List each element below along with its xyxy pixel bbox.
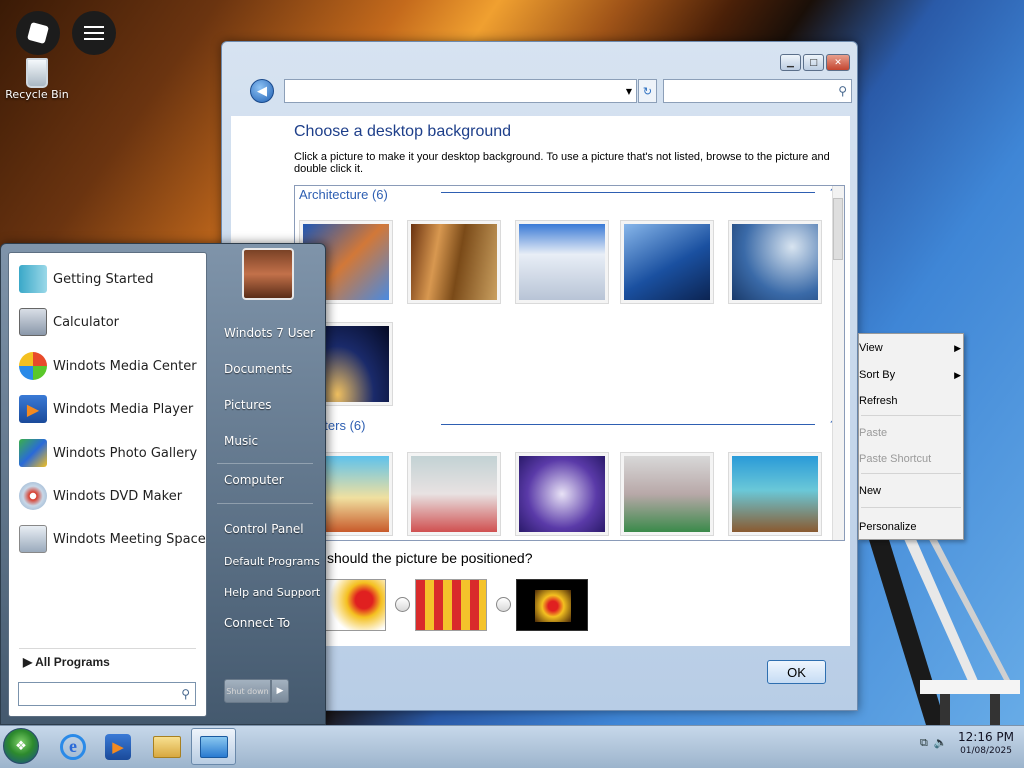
- minimize-button[interactable]: ▁: [780, 54, 801, 71]
- context-item-personalize[interactable]: Personalize: [859, 519, 963, 535]
- start-item-music[interactable]: Music: [224, 434, 258, 448]
- clock[interactable]: 12:16 PM 01/08/2025: [956, 730, 1016, 756]
- program-photo-gallery[interactable]: Windots Photo Gallery: [19, 433, 197, 473]
- submenu-arrow-icon: ▶: [954, 343, 961, 353]
- ok-button[interactable]: OK: [767, 660, 826, 684]
- search-icon: ⚲: [838, 84, 847, 98]
- start-item-computer[interactable]: Computer: [224, 473, 284, 487]
- context-item-refresh[interactable]: Refresh: [859, 393, 963, 409]
- meeting-space-icon: [19, 525, 47, 553]
- program-calculator[interactable]: Calculator: [19, 302, 119, 342]
- calculator-icon: [19, 308, 47, 336]
- context-item-new[interactable]: New: [859, 483, 963, 499]
- program-meeting-space[interactable]: Windots Meeting Space: [19, 519, 206, 559]
- window-search-input[interactable]: ⚲: [663, 79, 852, 103]
- program-dvd-maker[interactable]: Windots DVD Maker: [19, 476, 182, 516]
- recycle-bin[interactable]: Recycle Bin: [4, 58, 70, 101]
- program-media-center[interactable]: Windots Media Center: [19, 346, 197, 386]
- refresh-icon: ↻: [642, 84, 653, 98]
- start-item-default-programs[interactable]: Default Programs: [224, 555, 320, 568]
- group-header-architecture[interactable]: Architecture (6): [299, 186, 388, 202]
- close-button[interactable]: ✕: [826, 54, 850, 71]
- start-item-documents[interactable]: Documents: [224, 362, 292, 376]
- wallpaper-thumbnail[interactable]: [407, 452, 501, 536]
- back-arrow-icon: ◀: [257, 83, 267, 99]
- program-media-player[interactable]: ▶ Windots Media Player: [19, 389, 193, 429]
- all-programs-button[interactable]: ▶ All Programs: [23, 655, 110, 669]
- position-center-preview: [516, 579, 588, 631]
- control-panel-icon: [199, 735, 228, 758]
- shutdown-control: Shut down ▶: [224, 679, 289, 703]
- back-button[interactable]: ◀: [250, 79, 274, 103]
- wallpaper-thumbnail[interactable]: [407, 220, 501, 304]
- context-item-paste: Paste: [859, 427, 888, 439]
- start-item-control-panel[interactable]: Control Panel: [224, 522, 304, 536]
- start-menu-programs: Getting Started Calculator Windots Media…: [8, 252, 207, 717]
- dvd-maker-icon: [19, 482, 47, 510]
- taskbar: ❖ e ▶ ⧉ 🔈 12:16 PM 01/08/2025: [0, 725, 1024, 768]
- windows-logo-icon: ❖: [15, 738, 27, 754]
- play-arrow-icon: ▶: [23, 655, 33, 669]
- page-description: Click a picture to make it your desktop …: [294, 151, 830, 175]
- media-player-icon: ▶: [105, 733, 131, 760]
- recycle-bin-icon: [26, 58, 48, 88]
- chevron-right-icon: ▶: [276, 686, 284, 696]
- address-bar[interactable]: ▼: [284, 79, 637, 103]
- menu-icon[interactable]: [72, 11, 116, 55]
- media-player-icon: ▶: [19, 395, 47, 423]
- volume-icon[interactable]: 🔈: [934, 736, 948, 750]
- media-center-icon: [19, 352, 47, 380]
- wallpaper-thumbnail[interactable]: [515, 452, 609, 536]
- shutdown-button[interactable]: Shut down: [224, 679, 271, 703]
- wallpaper-thumbnail[interactable]: [515, 220, 609, 304]
- taskbar-control-panel[interactable]: [191, 728, 236, 765]
- clock-date: 01/08/2025: [960, 746, 1012, 756]
- photo-gallery-icon: [19, 439, 47, 467]
- submenu-arrow-icon: ▶: [954, 370, 961, 380]
- taskbar-media-player[interactable]: ▶: [99, 728, 137, 765]
- getting-started-icon: [19, 265, 47, 293]
- wallpaper-thumbnail[interactable]: [728, 452, 822, 536]
- wallpaper-tower: [866, 530, 1020, 725]
- position-tile-preview: [415, 579, 487, 631]
- scrollbar-thumb[interactable]: [833, 198, 843, 260]
- wallpaper-thumbnail[interactable]: [728, 220, 822, 304]
- search-icon: ⚲: [181, 687, 190, 701]
- dropdown-arrow-icon[interactable]: ▼: [626, 87, 632, 96]
- start-item-help-support[interactable]: Help and Support: [224, 586, 320, 599]
- system-tray: ⧉ 🔈: [920, 736, 948, 750]
- roblox-app-icon[interactable]: [16, 11, 60, 55]
- context-item-sort-by[interactable]: Sort By ▶: [859, 367, 963, 383]
- wallpaper-thumbnail[interactable]: [620, 452, 714, 536]
- position-tile-radio[interactable]: [395, 597, 410, 612]
- wallpaper-thumbnail[interactable]: [620, 220, 714, 304]
- page-title: Choose a desktop background: [294, 123, 512, 140]
- program-getting-started[interactable]: Getting Started: [19, 259, 154, 299]
- taskbar-explorer[interactable]: [148, 728, 186, 765]
- recycle-bin-label: Recycle Bin: [5, 88, 69, 101]
- taskbar-internet-explorer[interactable]: e: [54, 728, 92, 765]
- start-item-connect-to[interactable]: Connect To: [224, 616, 290, 630]
- refresh-button[interactable]: ↻: [638, 79, 657, 103]
- internet-explorer-icon: e: [60, 733, 86, 760]
- context-item-view[interactable]: View ▶: [859, 340, 963, 356]
- start-button[interactable]: ❖: [3, 728, 39, 764]
- maximize-button[interactable]: □: [803, 54, 824, 71]
- folder-icon: [153, 735, 181, 758]
- position-center-radio[interactable]: [496, 597, 511, 612]
- shutdown-options-button[interactable]: ▶: [271, 679, 289, 703]
- wallpaper-gallery: Architecture (6) ^ aracters (6) ^: [294, 185, 845, 541]
- network-icon[interactable]: ⧉: [920, 736, 928, 750]
- user-avatar: [242, 248, 294, 300]
- clock-time: 12:16 PM: [958, 730, 1014, 744]
- start-menu: Getting Started Calculator Windots Media…: [0, 243, 326, 725]
- start-item-user[interactable]: Windots 7 User: [224, 326, 315, 340]
- start-search-input[interactable]: ⚲: [18, 682, 196, 706]
- context-item-paste-shortcut: Paste Shortcut: [859, 453, 932, 465]
- position-question: should the picture be positioned?: [327, 550, 533, 566]
- start-item-pictures[interactable]: Pictures: [224, 398, 272, 412]
- gallery-scrollbar[interactable]: [832, 186, 844, 540]
- desktop-context-menu: View ▶ Sort By ▶ Refresh Paste Paste Short…: [858, 333, 964, 540]
